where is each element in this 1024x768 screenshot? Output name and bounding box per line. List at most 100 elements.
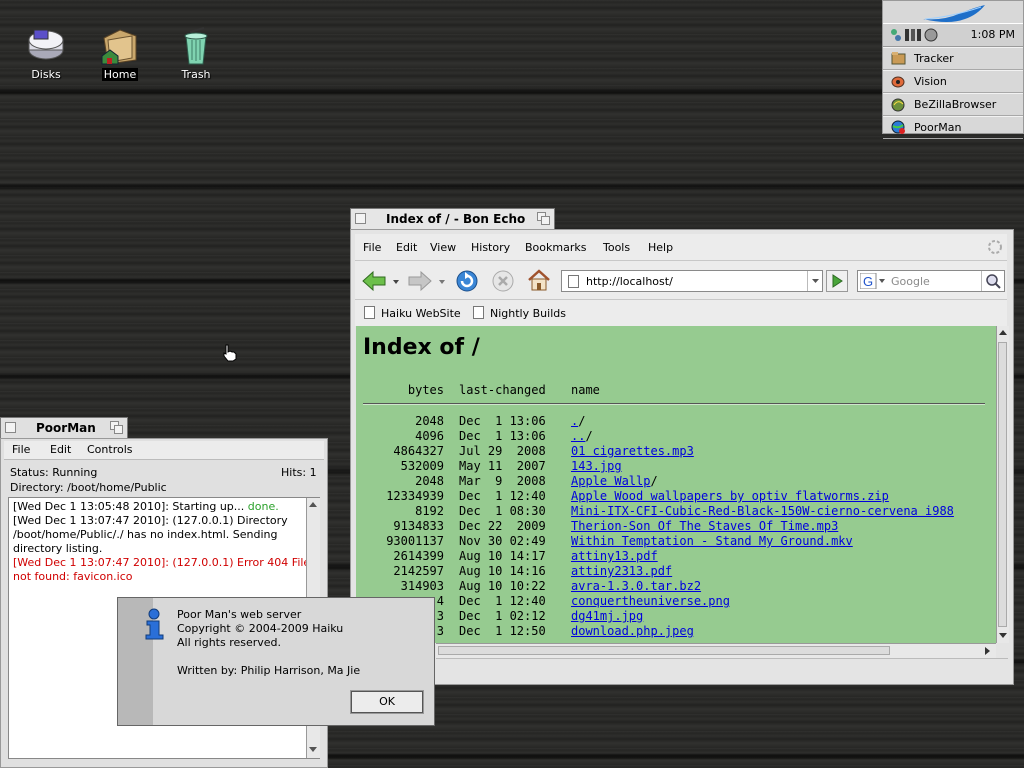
row-date: Dec 22 2009 bbox=[459, 519, 546, 533]
close-button[interactable] bbox=[5, 422, 16, 433]
file-link[interactable]: conquertheuniverse.png bbox=[571, 594, 730, 608]
desktop-icon-label: Trash bbox=[181, 68, 211, 81]
ok-button[interactable]: OK bbox=[351, 691, 423, 713]
file-link[interactable]: attiny2313.pdf bbox=[571, 564, 672, 578]
tracker-icon bbox=[891, 52, 906, 65]
forward-arrow-icon bbox=[408, 270, 432, 292]
scroll-thumb[interactable] bbox=[438, 646, 890, 655]
server-status: Status: Running bbox=[10, 466, 98, 479]
desktop-icon-disks[interactable]: Disks bbox=[16, 26, 76, 81]
row-date: Dec 1 08:30 bbox=[459, 504, 546, 518]
file-link[interactable]: Therion-Son Of The Staves Of Time.mp3 bbox=[571, 519, 838, 533]
menu-tools[interactable]: Tools bbox=[603, 241, 630, 254]
file-link[interactable]: Apple Wallp bbox=[571, 474, 650, 488]
poorman-window-tab[interactable]: PoorMan bbox=[0, 417, 128, 439]
row-date: Nov 30 02:49 bbox=[459, 534, 546, 548]
bookmark-nightly-builds[interactable]: Nightly Builds bbox=[473, 306, 566, 320]
file-link[interactable]: 01 cigarettes.mp3 bbox=[571, 444, 694, 458]
deskbar: 1:08 PM Tracker Vision BeZillaBrowser Po… bbox=[882, 0, 1024, 139]
scroll-up-arrow-icon[interactable] bbox=[308, 500, 318, 510]
disks-icon bbox=[24, 26, 68, 66]
search-box[interactable]: G Google bbox=[857, 270, 1005, 292]
file-link[interactable]: dg41mj.jpg bbox=[571, 609, 643, 623]
deskbar-tray: 1:08 PM bbox=[883, 23, 1023, 47]
back-button[interactable] bbox=[361, 269, 401, 293]
magnifier-icon bbox=[986, 274, 1001, 289]
menu-history[interactable]: History bbox=[471, 241, 510, 254]
haiku-leaf-icon bbox=[923, 5, 985, 22]
deskbar-menu-button[interactable] bbox=[883, 1, 1023, 23]
about-line: Copyright © 2004-2009 Haiku bbox=[177, 622, 344, 635]
file-link[interactable]: Apple Wood wallpapers by optiv flatworms… bbox=[571, 489, 889, 503]
page-icon bbox=[473, 306, 484, 319]
file-link[interactable]: attiny13.pdf bbox=[571, 549, 658, 563]
zoom-button[interactable] bbox=[110, 421, 123, 434]
row-bytes: 8192 bbox=[415, 504, 444, 518]
app-label: BeZillaBrowser bbox=[914, 98, 997, 111]
row-bytes: 2614399 bbox=[393, 549, 444, 563]
file-link[interactable]: .. bbox=[571, 429, 585, 443]
scroll-thumb[interactable] bbox=[998, 342, 1007, 627]
menu-file[interactable]: File bbox=[363, 241, 381, 254]
file-link[interactable]: avra-1.3.0.tar.bz2 bbox=[571, 579, 701, 593]
file-link[interactable]: download.php.jpeg bbox=[571, 624, 694, 638]
menu-help[interactable]: Help bbox=[648, 241, 673, 254]
browser-window-tab[interactable]: Index of / - Bon Echo bbox=[350, 208, 555, 230]
search-button[interactable] bbox=[981, 271, 1004, 291]
menu-view[interactable]: View bbox=[430, 241, 456, 254]
url-dropdown-button[interactable] bbox=[807, 271, 823, 291]
menu-edit[interactable]: Edit bbox=[396, 241, 417, 254]
close-button[interactable] bbox=[355, 213, 366, 224]
google-icon: G bbox=[859, 272, 885, 290]
forward-button[interactable] bbox=[405, 269, 447, 293]
file-link[interactable]: Mini-ITX-CFI-Cubic-Red-Black-150W-cierno… bbox=[571, 504, 954, 518]
log-line: [Wed Dec 1 13:07:47 2010]: (127.0.0.1) D… bbox=[13, 514, 288, 555]
row-date: Mar 9 2008 bbox=[459, 474, 546, 488]
row-date: Aug 10 14:17 bbox=[459, 549, 546, 563]
menu-controls[interactable]: Controls bbox=[87, 443, 133, 456]
bookmark-label: Nightly Builds bbox=[490, 307, 566, 320]
deskbar-app-vision[interactable]: Vision bbox=[883, 70, 1023, 93]
about-line: Written by: Philip Harrison, Ma Jie bbox=[177, 664, 361, 677]
go-button[interactable] bbox=[826, 270, 848, 292]
menu-file[interactable]: File bbox=[12, 443, 30, 456]
menu-edit[interactable]: Edit bbox=[50, 443, 71, 456]
deskbar-app-bezillabrowser[interactable]: BeZillaBrowser bbox=[883, 93, 1023, 116]
page-content: Index of / bytes last-changed name 2048 D… bbox=[356, 326, 996, 643]
stop-button[interactable] bbox=[491, 269, 515, 293]
scroll-up-arrow-icon[interactable] bbox=[998, 328, 1008, 338]
tray-icons[interactable] bbox=[889, 27, 941, 43]
zoom-button[interactable] bbox=[537, 212, 550, 225]
desktop-icon-trash[interactable]: Trash bbox=[166, 26, 226, 81]
search-engine-selector[interactable]: G bbox=[859, 272, 886, 290]
svg-text:G: G bbox=[863, 274, 873, 289]
home-button[interactable] bbox=[527, 268, 551, 292]
url-text: http://localhost/ bbox=[586, 275, 673, 288]
app-label: Vision bbox=[914, 75, 947, 88]
file-link[interactable]: Within Temptation - Stand My Ground.mkv bbox=[571, 534, 853, 548]
deskbar-app-tracker[interactable]: Tracker bbox=[883, 47, 1023, 70]
vision-icon bbox=[891, 76, 905, 88]
vertical-scrollbar[interactable] bbox=[996, 326, 1009, 643]
app-label: PoorMan bbox=[914, 121, 962, 134]
scroll-down-arrow-icon[interactable] bbox=[998, 630, 1008, 640]
menu-label: Bookmarks bbox=[525, 241, 587, 254]
reload-button[interactable] bbox=[455, 269, 479, 293]
menu-label: View bbox=[430, 241, 457, 254]
horizontal-scrollbar[interactable] bbox=[436, 643, 996, 658]
log-line: [Wed Dec 1 13:05:48 2010]: Starting up..… bbox=[13, 500, 279, 513]
row-date: Dec 1 12:50 bbox=[459, 624, 546, 638]
file-link[interactable]: 143.jpg bbox=[571, 459, 622, 473]
deskbar-app-poorman[interactable]: PoorMan bbox=[883, 116, 1023, 139]
scroll-right-arrow-icon[interactable] bbox=[982, 646, 992, 656]
menu-bookmarks[interactable]: Bookmarks bbox=[525, 241, 586, 254]
bookmark-haiku-website[interactable]: Haiku WebSite bbox=[364, 306, 461, 320]
url-bar[interactable]: http://localhost/ bbox=[561, 270, 823, 292]
menu-label: File bbox=[12, 443, 31, 456]
clock[interactable]: 1:08 PM bbox=[971, 28, 1015, 41]
desktop-icon-home[interactable]: Home bbox=[90, 26, 150, 81]
row-suffix: / bbox=[578, 414, 586, 428]
row-date: Dec 1 12:40 bbox=[459, 489, 546, 503]
scroll-down-arrow-icon[interactable] bbox=[308, 744, 318, 754]
column-header-last-changed: last-changed bbox=[459, 383, 546, 397]
